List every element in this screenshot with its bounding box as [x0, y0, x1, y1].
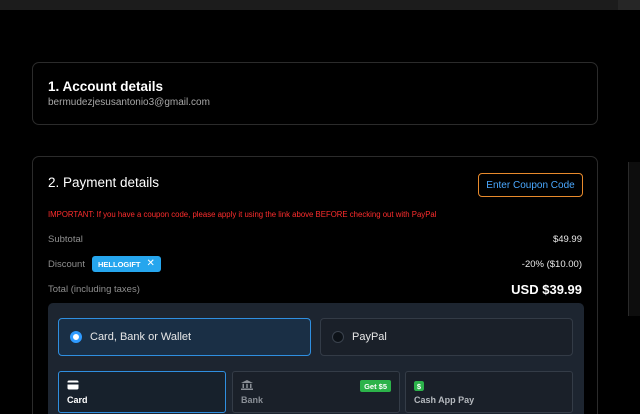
account-details-title: 1. Account details — [48, 79, 164, 94]
discount-code-tag: HELLOGIFT ✕ — [92, 256, 161, 272]
method-paypal[interactable]: PayPal — [320, 318, 573, 356]
discount-code: HELLOGIFT — [98, 259, 141, 269]
sub-method-bank-label: Bank — [241, 395, 264, 405]
method-paypal-label: PayPal — [352, 331, 387, 343]
top-bar — [0, 0, 640, 10]
bank-icon — [241, 380, 253, 390]
method-card-bank-wallet[interactable]: Card, Bank or Wallet — [58, 318, 311, 356]
discount-value: -20% ($10.00) — [521, 259, 582, 270]
cash-app-icon: $ — [414, 381, 424, 391]
remove-discount-icon[interactable]: ✕ — [147, 259, 155, 269]
bank-bonus-badge: Get $5 — [360, 380, 391, 392]
enter-coupon-code-button[interactable]: Enter Coupon Code — [478, 173, 583, 197]
radio-unselected-icon[interactable] — [332, 331, 344, 343]
radio-selected-icon[interactable] — [70, 331, 82, 343]
top-bar-corner — [618, 0, 640, 10]
account-email: bermudezjesusantonio3@gmail.com — [48, 97, 210, 108]
payment-details-title: 2. Payment details — [48, 175, 160, 190]
sub-method-cash-app-pay-label: Cash App Pay — [414, 395, 475, 405]
scrollbar[interactable] — [628, 162, 640, 316]
total-value: USD $39.99 — [511, 282, 582, 297]
discount-label: Discount — [48, 259, 85, 270]
sub-method-card-label: Card — [67, 395, 88, 405]
important-notice: IMPORTANT: If you have a coupon code, pl… — [48, 210, 437, 219]
account-details-section: 1. Account details bermudezjesusantonio3… — [32, 62, 598, 125]
sub-method-card[interactable]: Card — [58, 371, 226, 413]
total-label: Total (including taxes) — [48, 284, 140, 295]
subtotal-value: $49.99 — [552, 234, 582, 245]
sub-method-cash-app-pay[interactable]: $ Cash App Pay — [405, 371, 573, 413]
sub-method-bank[interactable]: Get $5 Bank — [232, 371, 400, 413]
subtotal-label: Subtotal — [48, 234, 83, 245]
payment-details-section: 2. Payment details Enter Coupon Code IMP… — [32, 156, 598, 414]
card-icon — [67, 380, 79, 390]
method-card-bank-wallet-label: Card, Bank or Wallet — [90, 331, 192, 343]
payment-method-panel: Card, Bank or Wallet PayPal Card Get $5 … — [48, 303, 584, 414]
